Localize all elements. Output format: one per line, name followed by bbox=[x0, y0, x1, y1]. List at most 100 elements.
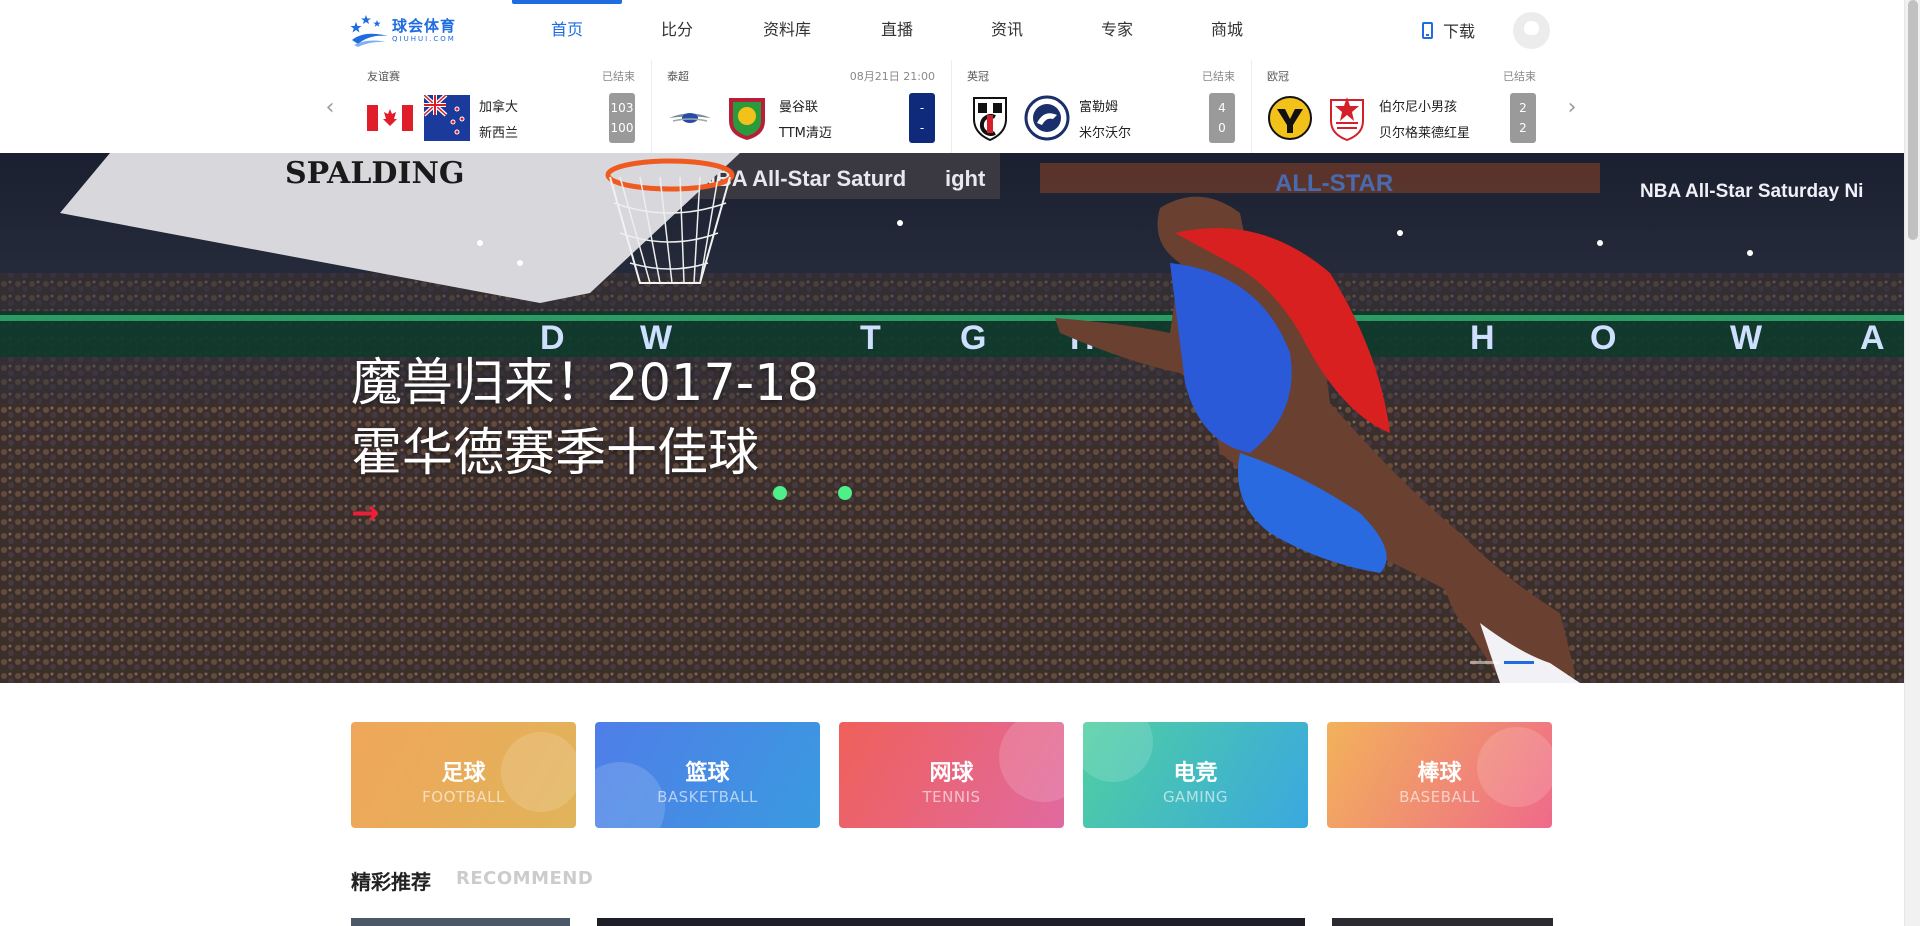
tile-tennis[interactable]: 网球 TENNIS bbox=[839, 722, 1064, 828]
match-status: 08月21日 21:00 bbox=[849, 70, 935, 83]
tile-tennis-label: 网球 bbox=[929, 761, 974, 786]
banner-sign-text: NBA All-Star Saturday Ni bbox=[1640, 181, 1863, 202]
tile-basketball-label-en: BASKETBALL bbox=[657, 788, 758, 806]
page: 球会体育 QIUHUI.COM 首页 比分 资料库 直播 资讯 专家 商城 下载… bbox=[0, 0, 1904, 926]
home-team: 伯尔尼小男孩 bbox=[1379, 100, 1458, 115]
match-league: 友谊赛 bbox=[367, 70, 400, 83]
away-score: 2 bbox=[1519, 121, 1527, 135]
match-score: 4 0 bbox=[1209, 93, 1235, 143]
match-score: - - bbox=[909, 93, 935, 143]
banner-ribbon-letter: A bbox=[1860, 319, 1885, 357]
logo-stars-icon bbox=[350, 12, 390, 48]
fulham-crest-icon bbox=[967, 95, 1013, 142]
tile-basketball[interactable]: 篮球 BASKETBALL bbox=[595, 722, 820, 828]
banner-ribbon-letter: T bbox=[860, 319, 881, 357]
ttm-chiangmai-crest-icon bbox=[724, 95, 770, 141]
match-status: 已结束 bbox=[1503, 70, 1536, 83]
download-button[interactable]: 下载 bbox=[1422, 18, 1475, 42]
banner-spalding-text: SPALDING bbox=[285, 156, 465, 191]
phone-icon bbox=[1422, 21, 1433, 39]
banner-ribbon-letter: W bbox=[1730, 319, 1763, 357]
away-score: 100 bbox=[610, 121, 634, 135]
page-scrollbar[interactable] bbox=[1904, 0, 1920, 926]
carousel-dot[interactable] bbox=[1470, 661, 1500, 664]
tile-baseball-label-en: BASEBALL bbox=[1399, 788, 1480, 806]
match-status: 已结束 bbox=[602, 70, 635, 83]
nav-item-shop[interactable]: 商城 bbox=[1172, 0, 1282, 60]
match-league: 英冠 bbox=[967, 70, 989, 83]
away-team: TTM清迈 bbox=[779, 126, 832, 141]
banner-headline-line2: 霍华德赛季十佳球 bbox=[351, 424, 760, 483]
tile-baseball[interactable]: 棒球 BASEBALL bbox=[1327, 722, 1552, 828]
match-league: 泰超 bbox=[667, 70, 689, 83]
banner-ribbon-letter: O bbox=[1590, 319, 1616, 357]
bangkok-united-crest-icon bbox=[667, 95, 713, 141]
recommend-title: 精彩推荐 bbox=[351, 870, 431, 894]
home-team: 曼谷联 bbox=[779, 100, 819, 115]
home-score: 2 bbox=[1519, 101, 1527, 115]
home-score: - bbox=[919, 101, 925, 115]
tile-football-label-en: FOOTBALL bbox=[422, 788, 505, 806]
banner-ribbon-letter: G bbox=[960, 319, 986, 357]
main-nav: 首页 比分 资料库 直播 资讯 专家 商城 bbox=[512, 0, 1282, 60]
banner-ribbon-letter: H bbox=[1470, 319, 1495, 357]
scores-prev-arrow[interactable]: ‹ bbox=[322, 96, 338, 120]
away-team: 贝尔格莱德红星 bbox=[1379, 126, 1471, 141]
recommend-subtitle: RECOMMEND bbox=[456, 868, 594, 889]
banner-image: NBA All-Star Saturd ight NBA All-Star Sa… bbox=[0, 153, 1904, 683]
nav-item-home[interactable]: 首页 bbox=[512, 0, 622, 60]
recommend-cards bbox=[351, 918, 1553, 926]
user-avatar[interactable] bbox=[1513, 12, 1550, 49]
carousel-dots bbox=[1470, 661, 1538, 664]
recommend-card[interactable] bbox=[351, 918, 570, 926]
match-card[interactable]: 英冠 已结束 富勒姆 米尔沃尔 4 0 bbox=[952, 60, 1252, 153]
nav-item-news[interactable]: 资讯 bbox=[952, 0, 1062, 60]
chevron-right-icon: › bbox=[1567, 95, 1577, 120]
scores-next-arrow[interactable]: › bbox=[1564, 96, 1580, 120]
tile-baseball-label: 棒球 bbox=[1417, 761, 1462, 786]
hero-banner[interactable]: NBA All-Star Saturd ight NBA All-Star Sa… bbox=[0, 153, 1904, 683]
home-team: 富勒姆 bbox=[1079, 100, 1119, 115]
match-list: 友谊赛 已结束 加拿大 新西兰 103 100 泰超 08月21日 21:00 bbox=[352, 60, 1552, 153]
away-team: 新西兰 bbox=[479, 126, 519, 141]
new-zealand-flag-icon bbox=[422, 93, 470, 141]
home-team: 加拿大 bbox=[479, 100, 519, 115]
recommend-card[interactable] bbox=[1332, 918, 1553, 926]
match-card[interactable]: 友谊赛 已结束 加拿大 新西兰 103 100 bbox=[352, 60, 652, 153]
nav-item-database[interactable]: 资料库 bbox=[732, 0, 842, 60]
tile-football[interactable]: 足球 FOOTBALL bbox=[351, 722, 576, 828]
banner-sign-text: ight bbox=[945, 166, 986, 191]
top-header: 球会体育 QIUHUI.COM 首页 比分 资料库 直播 资讯 专家 商城 下载 bbox=[0, 0, 1904, 60]
match-score: 103 100 bbox=[609, 93, 635, 143]
nav-item-experts[interactable]: 专家 bbox=[1062, 0, 1172, 60]
red-star-belgrade-crest-icon bbox=[1324, 95, 1370, 142]
nav-item-live[interactable]: 直播 bbox=[842, 0, 952, 60]
home-score: 103 bbox=[610, 101, 634, 115]
tile-gaming-label-en: GAMING bbox=[1162, 788, 1229, 806]
match-league: 欧冠 bbox=[1267, 70, 1289, 83]
canada-flag-icon bbox=[367, 95, 413, 141]
match-score: 2 2 bbox=[1510, 93, 1536, 143]
site-logo[interactable]: 球会体育 QIUHUI.COM bbox=[350, 10, 470, 50]
tile-gaming[interactable]: 电竞 GAMING bbox=[1083, 722, 1308, 828]
live-scores-bar: ‹ 友谊赛 已结束 加拿大 新西兰 103 100 泰超 08月21日 21:0… bbox=[0, 60, 1904, 153]
tile-basketball-label: 篮球 bbox=[685, 761, 730, 786]
download-label: 下载 bbox=[1443, 22, 1476, 41]
away-score: 0 bbox=[1218, 121, 1226, 135]
match-status: 已结束 bbox=[1202, 70, 1235, 83]
match-card[interactable]: 泰超 08月21日 21:00 曼谷联 TTM清迈 - - bbox=[652, 60, 952, 153]
match-card[interactable]: 欧冠 已结束 伯尔尼小男孩 贝尔格莱德红星 2 2 bbox=[1252, 60, 1552, 153]
chevron-left-icon: ‹ bbox=[325, 95, 335, 120]
arrow-right-icon[interactable]: → bbox=[351, 493, 380, 533]
carousel-dot-active[interactable] bbox=[1504, 661, 1534, 664]
nav-item-scores[interactable]: 比分 bbox=[622, 0, 732, 60]
home-score: 4 bbox=[1218, 101, 1226, 115]
away-team: 米尔沃尔 bbox=[1079, 126, 1132, 141]
scrollbar-thumb[interactable] bbox=[1908, 0, 1918, 240]
banner-allstar-logo: ALL-STAR bbox=[1275, 170, 1393, 197]
tile-tennis-label-en: TENNIS bbox=[922, 788, 981, 806]
recommend-card[interactable] bbox=[597, 918, 1305, 926]
banner-headline[interactable]: 魔兽归来！2017-18 霍华德赛季十佳球 bbox=[351, 349, 819, 489]
banner-headline-line1: 魔兽归来！2017-18 bbox=[351, 354, 820, 413]
young-boys-crest-icon bbox=[1267, 95, 1313, 141]
